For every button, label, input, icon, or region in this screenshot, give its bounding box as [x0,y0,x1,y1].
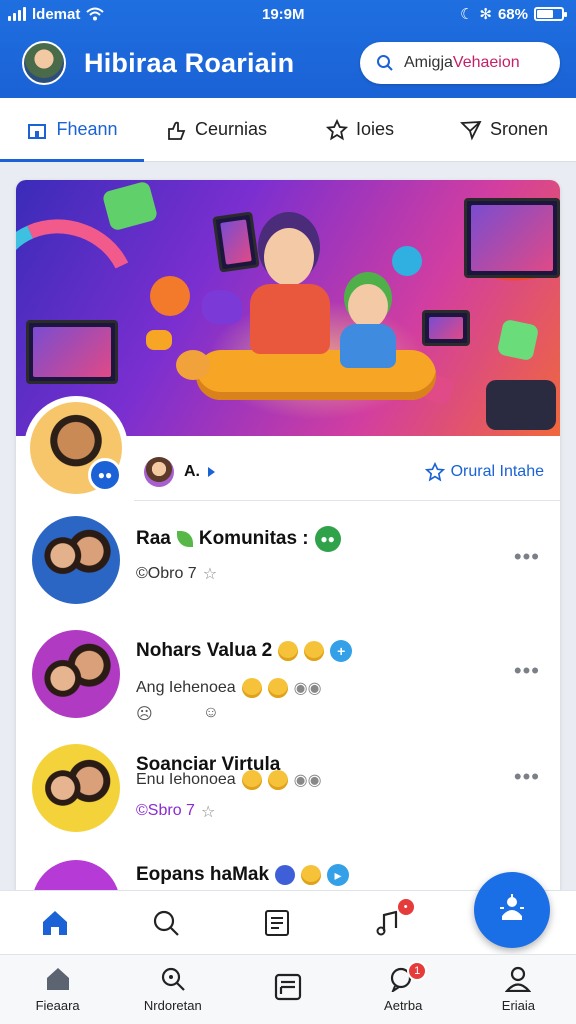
group-add-icon [500,894,524,920]
chat-badge-icon: ●● [314,526,341,552]
news-icon [274,973,302,1000]
leaf-icon [176,531,193,547]
emoji-icon [278,641,299,661]
nav-discover[interactable]: Nrdoretan [115,955,230,1024]
avatar [32,630,120,718]
avatar [32,744,120,832]
plus-badge-icon: + [330,640,353,662]
item-meta: Enu Iehonoea [136,771,236,788]
carrier-label: ldemat [32,5,81,23]
nav-profile-label: Eriaia [501,998,536,1013]
bottom-nav: Fieaara Nrdoretan 1 Aetrba Eriaia [0,954,576,1024]
tab-fheann[interactable]: Fheann [0,98,144,162]
item-meta: Ang Iehenoea [136,679,236,696]
emoji-icon [241,770,262,790]
quick-music[interactable]: • [332,891,443,954]
search-placeholder: AmigjaVehaeion [404,54,520,71]
nav-feed[interactable] [230,955,345,1024]
emoji-icon [301,865,322,885]
star-outline-icon[interactable]: ☆ [201,802,215,822]
app-header: Hibiraa Roariain AmigjaVehaeion [0,28,576,98]
search-icon [154,910,179,936]
nav-home-label: Fieaara [35,998,80,1013]
item-title: Eopans haMak [136,864,270,885]
signal-icon [8,7,26,21]
user-avatar[interactable] [22,41,66,85]
top-bar: ldemat 19:9M ☾ ✻ 68% Hibiraa Roariain Am… [0,0,576,98]
cover-banner [16,180,560,436]
star-icon [325,118,348,140]
more-options-icon[interactable]: ••• [514,764,540,790]
emoji-icon [275,865,296,885]
smile-icon[interactable]: ☺ [203,704,219,724]
item-meta: ©Obro 7 [136,565,197,582]
news-icon [264,909,289,936]
search-icon [161,967,185,991]
item-meta-2: ©Sbro 7 [136,802,195,819]
star-outline-icon[interactable]: ☆ [203,564,217,584]
favorite-link[interactable]: Orural Intahe [424,462,544,482]
community-avatar[interactable]: ●● [24,396,128,500]
reaction-icon[interactable]: ☹ [136,704,153,724]
emoji-icon [304,641,325,661]
battery-icon [534,7,567,21]
notification-badge: • [395,897,416,917]
notification-badge: 1 [407,961,428,981]
nav-discover-label: Nrdoretan [143,998,202,1013]
hand-icon [168,121,186,140]
avatar [32,516,120,604]
list-item[interactable]: Nohars Valua 2 + Ang Iehenoea ◉◉ ☹ ☺ ••• [16,624,560,734]
member-name: A. [184,463,200,480]
item-title-2: Komunitas : [198,528,309,549]
gamepad-icon: ●● [88,458,122,492]
send-icon [459,120,482,140]
wifi-icon [86,7,105,21]
list-item[interactable]: Soanciar Virtula Enu Iehonoea ◉◉ ©Sbro 7 ☆… [16,738,560,848]
item-title: Raa [136,528,171,549]
home-icon [46,968,69,990]
quick-home[interactable] [0,891,111,954]
emoji-icon [267,678,288,698]
app-title: Hibiraa Roariain [84,47,295,78]
battery-percent: 68% [497,5,528,23]
play-icon[interactable] [208,467,215,477]
nav-profile[interactable]: Eriaia [461,955,576,1024]
quick-search[interactable] [111,891,222,954]
divider [134,500,560,501]
person-icon [505,966,532,992]
more-options-icon[interactable]: ••• [514,658,540,684]
tab-sronen[interactable]: Sronen [432,98,576,161]
eyes-icon: ◉◉ [293,680,322,697]
nav-chat-label: Aetrba [384,998,423,1013]
home-icon [43,910,68,935]
tab-ioies[interactable]: Ioies [288,98,432,161]
tab-ceurnias[interactable]: Ceurnias [144,98,288,161]
list-item[interactable]: Raa Komunitas : ●● ©Obro 7 ☆ ••• [16,510,560,620]
community-card: ●● A. Orural Intahe Raa Komunitas : ●● ©Ob… [16,180,560,920]
emoji-icon [241,678,262,698]
home-outline-icon [28,123,47,139]
search-icon [377,55,393,71]
status-bar: ldemat 19:9M ☾ ✻ 68% [0,0,576,28]
nav-home[interactable]: Fieaara [0,955,115,1024]
search-input[interactable]: AmigjaVehaeion [360,42,560,84]
nav-chat[interactable]: 1 Aetrba [346,955,461,1024]
member-avatar[interactable] [144,457,174,487]
item-title: Nohars Valua 2 [136,640,273,661]
moon-icon: ☾ [459,6,474,23]
emoji-icon [267,770,288,790]
more-options-icon[interactable]: ••• [514,544,540,570]
eyes-icon: ◉◉ [293,772,322,789]
bluetooth-icon: ✻ [479,6,492,23]
add-group-button[interactable] [474,872,550,948]
play-badge-icon: ▸ [327,864,350,886]
status-time: 19:9M [262,5,305,23]
tab-bar: Fheann Ceurnias Ioies Sronen [0,98,576,162]
star-outline-icon [424,462,445,482]
profile-info-row: A. Orural Intahe [144,450,544,494]
quick-news[interactable] [222,891,333,954]
